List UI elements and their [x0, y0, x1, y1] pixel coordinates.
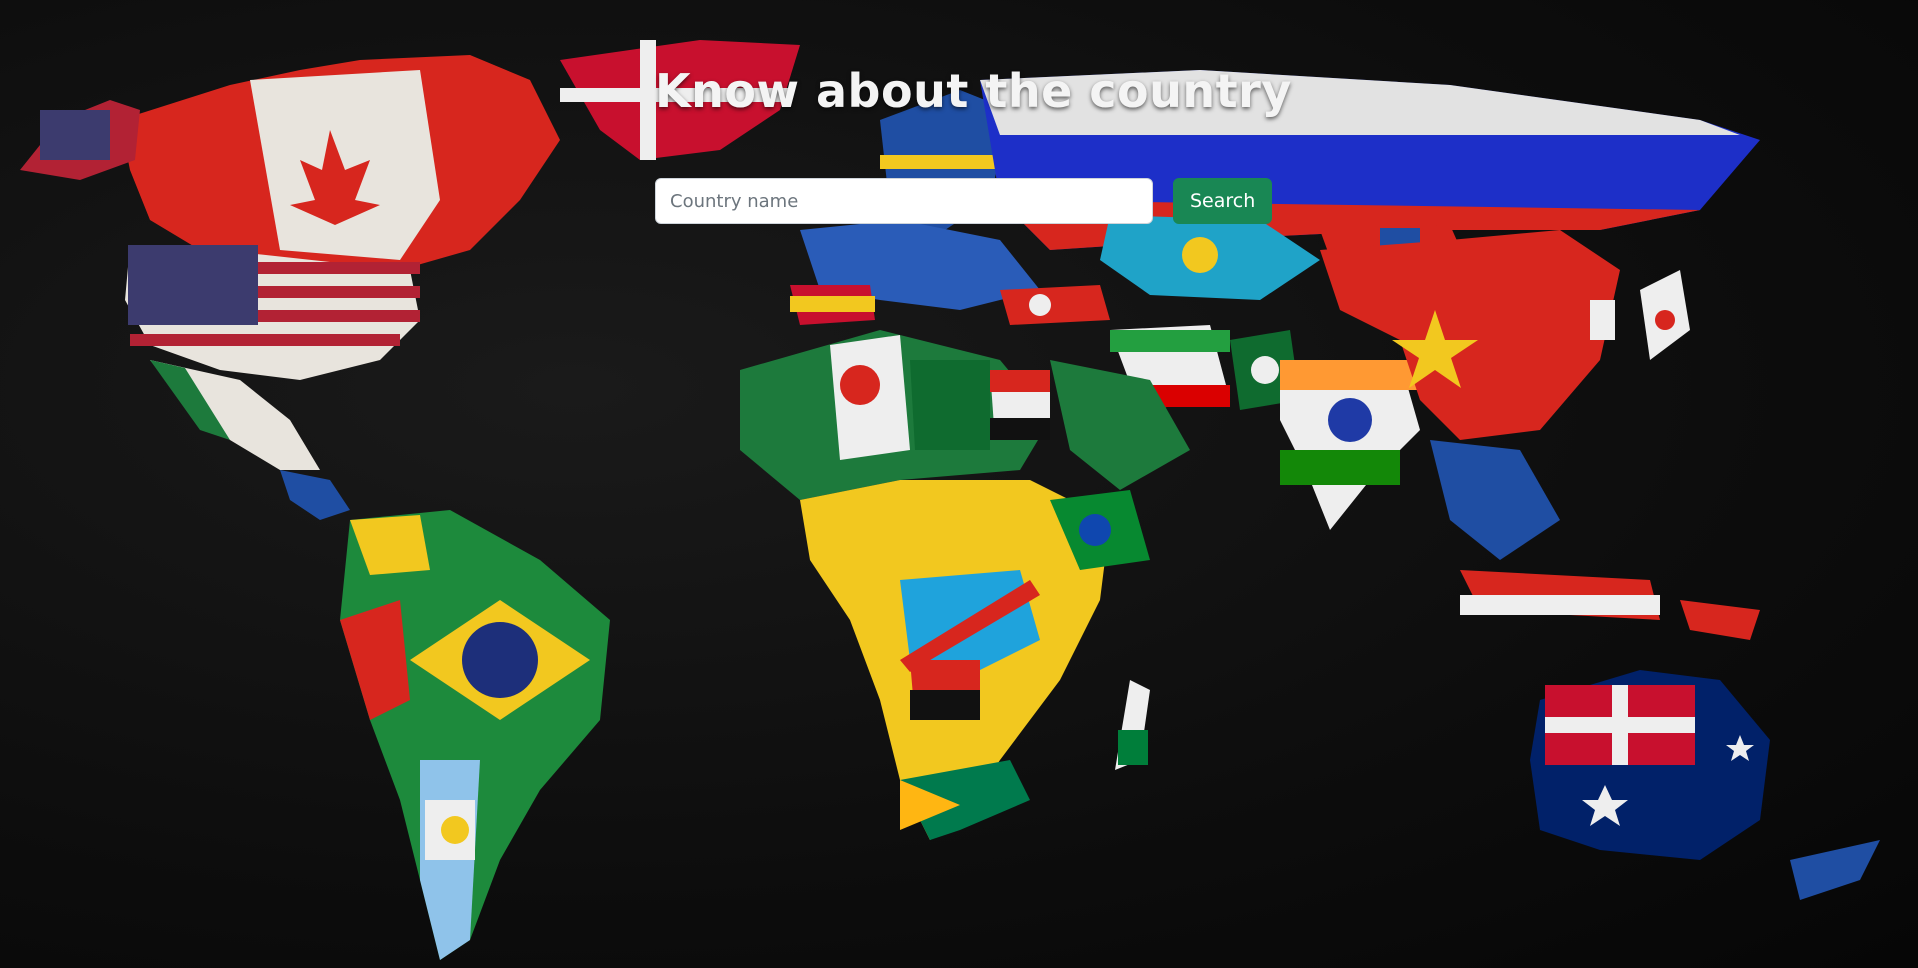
iran-green [1110, 330, 1230, 352]
turkey-region [1000, 285, 1110, 325]
kazakhstan-sun-icon [1182, 237, 1218, 273]
sweden-cross [880, 155, 1000, 169]
egypt-black [990, 418, 1050, 440]
madagascar-green [1118, 730, 1148, 765]
page: Know about the country Search [0, 0, 1918, 968]
algeria-crescent-icon [840, 365, 880, 405]
ethiopia-star-icon [1079, 514, 1111, 546]
search-button[interactable]: Search [1173, 178, 1273, 224]
hero-content: Know about the country Search [655, 60, 1292, 224]
country-search-input[interactable] [655, 178, 1153, 224]
alaska-canton [40, 110, 110, 160]
greenland-cross-v [640, 40, 656, 160]
south-america-region [340, 510, 610, 960]
world-flag-map-background [20, 40, 1880, 960]
peru-region [340, 600, 410, 720]
pakistan-crescent-icon [1251, 356, 1279, 384]
angola-black [910, 690, 980, 720]
india-saffron [1280, 360, 1420, 390]
new-zealand-region [1790, 840, 1880, 900]
egypt-red [990, 370, 1050, 392]
search-form: Search [655, 178, 1273, 224]
india-green [1280, 450, 1400, 485]
turkey-crescent-icon [1029, 294, 1051, 316]
page-title: Know about the country [655, 64, 1292, 118]
korea-region [1590, 300, 1615, 340]
libya-region [910, 360, 990, 450]
southeast-asia-region [1430, 440, 1560, 560]
brazil-globe [462, 622, 538, 698]
japan-sun-icon [1655, 310, 1675, 330]
india-chakra-icon [1328, 398, 1372, 442]
papua-region [1680, 600, 1760, 640]
spain-band [790, 296, 875, 312]
central-america-region [280, 470, 350, 520]
argentina-sun-icon [441, 816, 469, 844]
canada-white-band [250, 70, 440, 260]
usa-canton [128, 245, 258, 325]
indonesia-white [1460, 595, 1660, 615]
